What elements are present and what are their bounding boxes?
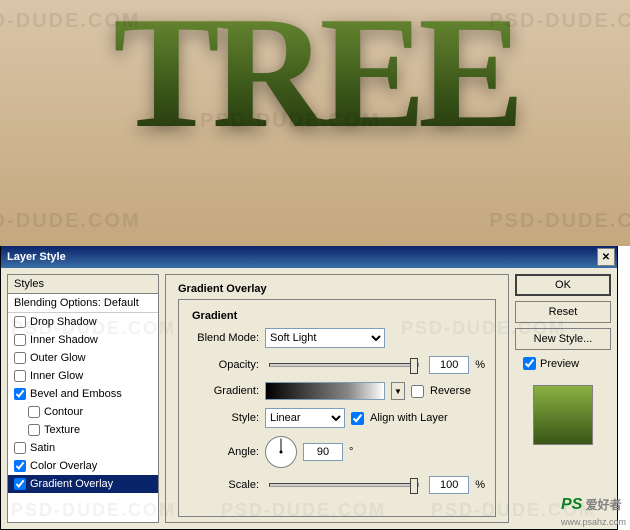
- blend-mode-select[interactable]: Soft Light: [265, 328, 385, 348]
- style-checkbox[interactable]: [14, 460, 26, 472]
- gradient-row: Gradient: ▼ Reverse: [189, 382, 485, 400]
- style-item-label: Inner Glow: [30, 370, 83, 382]
- blend-mode-row: Blend Mode: Soft Light: [189, 328, 485, 348]
- style-item-label: Drop Shadow: [30, 316, 97, 328]
- opacity-label: Opacity:: [189, 359, 259, 371]
- scale-slider[interactable]: [269, 483, 419, 487]
- style-checkbox[interactable]: [14, 388, 26, 400]
- dialog-body: Styles Blending Options: Default Drop Sh…: [1, 268, 617, 529]
- reset-button[interactable]: Reset: [515, 301, 611, 323]
- style-checkbox[interactable]: [28, 424, 40, 436]
- tree-text: TREE: [113, 0, 517, 165]
- style-item-contour[interactable]: Contour: [8, 403, 158, 421]
- style-item-label: Gradient Overlay: [30, 478, 113, 490]
- gradient-preview[interactable]: [265, 382, 385, 400]
- settings-panel: Gradient Overlay Gradient Blend Mode: So…: [165, 274, 509, 523]
- source-url: www.psahz.com: [561, 517, 626, 527]
- style-item-satin[interactable]: Satin: [8, 439, 158, 457]
- style-item-label: Color Overlay: [30, 460, 97, 472]
- style-item-color-overlay[interactable]: Color Overlay: [8, 457, 158, 475]
- style-checkbox[interactable]: [28, 406, 40, 418]
- reverse-checkbox[interactable]: [411, 385, 424, 398]
- slider-thumb[interactable]: [410, 358, 418, 374]
- style-item-label: Satin: [30, 442, 55, 454]
- fieldset-title: Gradient: [189, 310, 240, 322]
- chevron-down-icon: ▼: [394, 387, 402, 396]
- scale-input[interactable]: [429, 476, 469, 494]
- gradient-label: Gradient:: [189, 385, 259, 397]
- panel-title: Gradient Overlay: [178, 283, 496, 295]
- dialog-buttons: OK Reset New Style... Preview: [515, 274, 611, 523]
- watermark: PSD-DUDE.COM: [0, 210, 141, 233]
- gradient-fieldset: Gradient Blend Mode: Soft Light Opacity:…: [178, 299, 496, 517]
- preview-checkbox[interactable]: [523, 357, 536, 370]
- style-item-inner-shadow[interactable]: Inner Shadow: [8, 331, 158, 349]
- style-item-drop-shadow[interactable]: Drop Shadow: [8, 313, 158, 331]
- opacity-row: Opacity: %: [189, 356, 485, 374]
- preview-swatch: [533, 385, 593, 445]
- source-rest: 爱好者: [582, 498, 621, 512]
- source-ps: PS: [561, 496, 582, 513]
- angle-label: Angle:: [189, 446, 259, 458]
- style-item-label: Inner Shadow: [30, 334, 98, 346]
- preview-label: Preview: [540, 358, 579, 370]
- style-item-bevel-and-emboss[interactable]: Bevel and Emboss: [8, 385, 158, 403]
- style-label: Style:: [189, 412, 259, 424]
- style-checkbox[interactable]: [14, 316, 26, 328]
- opacity-unit: %: [475, 359, 485, 371]
- style-item-label: Contour: [44, 406, 83, 418]
- angle-row: Angle: °: [189, 436, 485, 468]
- styles-header[interactable]: Styles: [8, 275, 158, 294]
- style-item-texture[interactable]: Texture: [8, 421, 158, 439]
- gradient-dropdown-button[interactable]: ▼: [391, 382, 405, 400]
- style-checkbox[interactable]: [14, 334, 26, 346]
- style-row: Style: Linear Align with Layer: [189, 408, 485, 428]
- align-checkbox[interactable]: [351, 412, 364, 425]
- watermark: PSD-DUDE.COM: [489, 210, 630, 233]
- angle-dial[interactable]: [265, 436, 297, 468]
- style-checkbox[interactable]: [14, 352, 26, 364]
- opacity-input[interactable]: [429, 356, 469, 374]
- style-item-label: Texture: [44, 424, 80, 436]
- ok-button[interactable]: OK: [515, 274, 611, 296]
- close-button[interactable]: ✕: [597, 248, 615, 266]
- style-item-outer-glow[interactable]: Outer Glow: [8, 349, 158, 367]
- source-credit: PS 爱好者 www.psahz.com: [561, 496, 626, 528]
- scale-row: Scale: %: [189, 476, 485, 494]
- styles-list: Styles Blending Options: Default Drop Sh…: [7, 274, 159, 523]
- blending-options-item[interactable]: Blending Options: Default: [8, 294, 158, 313]
- style-select[interactable]: Linear: [265, 408, 345, 428]
- new-style-button[interactable]: New Style...: [515, 328, 611, 350]
- dialog-titlebar[interactable]: Layer Style ✕: [1, 246, 617, 268]
- preview-toggle: Preview: [515, 357, 611, 370]
- style-item-gradient-overlay[interactable]: Gradient Overlay: [8, 475, 158, 493]
- angle-input[interactable]: [303, 443, 343, 461]
- style-item-label: Bevel and Emboss: [30, 388, 122, 400]
- style-checkbox[interactable]: [14, 442, 26, 454]
- angle-unit: °: [349, 446, 353, 458]
- slider-thumb[interactable]: [410, 478, 418, 494]
- scale-label: Scale:: [189, 479, 259, 491]
- blend-mode-label: Blend Mode:: [189, 332, 259, 344]
- align-label: Align with Layer: [370, 412, 448, 424]
- scale-unit: %: [475, 479, 485, 491]
- style-item-inner-glow[interactable]: Inner Glow: [8, 367, 158, 385]
- opacity-slider[interactable]: [269, 363, 419, 367]
- close-icon: ✕: [602, 252, 610, 263]
- reverse-label: Reverse: [430, 385, 471, 397]
- style-checkbox[interactable]: [14, 478, 26, 490]
- canvas-preview: TREE PSD-DUDE.COM PSD-DUDE.COM PSD-DUDE.…: [0, 0, 630, 246]
- layer-style-dialog: Layer Style ✕ Styles Blending Options: D…: [0, 246, 618, 530]
- style-checkbox[interactable]: [14, 370, 26, 382]
- dialog-title: Layer Style: [7, 251, 66, 263]
- style-item-label: Outer Glow: [30, 352, 86, 364]
